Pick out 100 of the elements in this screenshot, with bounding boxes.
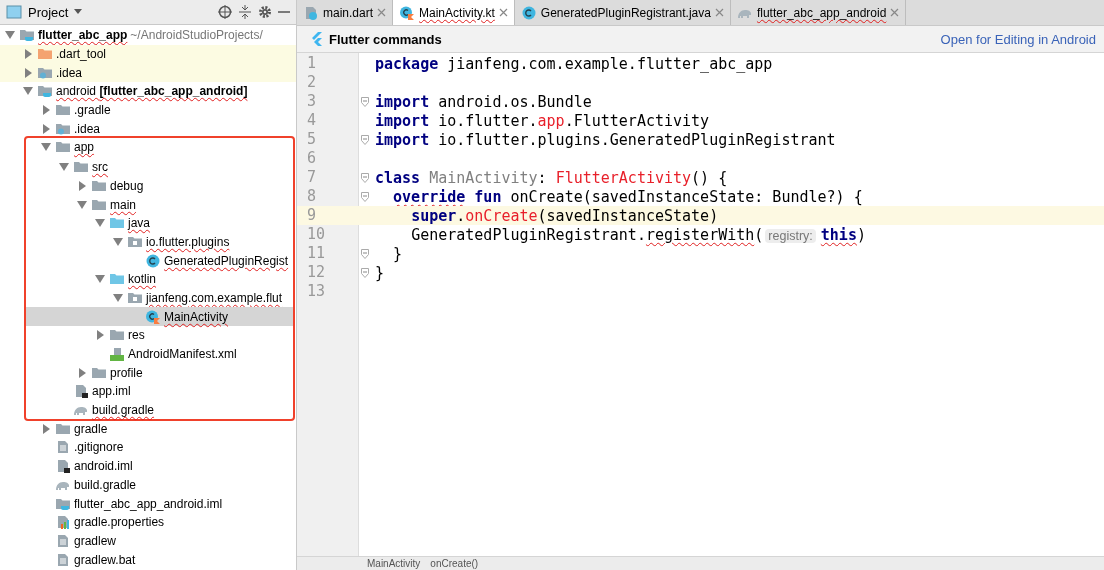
tree-item[interactable]: android.iml	[74, 459, 133, 474]
expand-arrow-icon[interactable]	[4, 30, 16, 41]
caret-icon[interactable]	[74, 9, 83, 15]
expand-arrow-icon[interactable]	[40, 142, 52, 153]
tree-item[interactable]: GeneratedPluginRegist	[164, 253, 289, 268]
line-number: 1	[306, 54, 318, 73]
tree-item[interactable]: profile	[110, 365, 143, 380]
tree-item[interactable]: gradle	[74, 421, 108, 436]
editor-tab[interactable]: MainActivity.kt	[393, 0, 515, 25]
tab-label: MainActivity.kt	[419, 5, 495, 20]
tree-item[interactable]: .dart_tool	[56, 47, 107, 62]
fold-marker-icon[interactable]	[361, 267, 369, 278]
tree-item[interactable]: gradlew	[74, 533, 117, 548]
tree-item[interactable]: io.flutter.plugins	[146, 234, 230, 249]
tree-item[interactable]: flutter_abc_app	[38, 28, 128, 43]
tree-item[interactable]: .idea	[56, 65, 83, 80]
folder-icon	[109, 328, 125, 343]
panel-title: Flutter commands	[329, 31, 442, 47]
line-number: 12	[306, 263, 327, 282]
tree-item[interactable]: app.iml	[92, 384, 131, 399]
expand-arrow-icon[interactable]	[112, 236, 124, 247]
code-line: import io.flutter.app.FlutterActivity	[375, 111, 710, 130]
folder-icon	[109, 216, 125, 231]
expand-arrow-icon[interactable]	[76, 180, 88, 191]
folder-icon	[109, 272, 125, 287]
expand-arrow-icon[interactable]	[58, 162, 70, 173]
close-icon[interactable]	[714, 8, 724, 17]
collapse-icon[interactable]	[238, 5, 252, 19]
expand-arrow-icon[interactable]	[112, 292, 124, 303]
line-number: 8	[306, 187, 318, 206]
tree-item[interactable]: android [flutter_abc_app_android]	[56, 84, 248, 99]
tree-item[interactable]: debug	[110, 178, 144, 193]
breadcrumb-item[interactable]: onCreate()	[430, 558, 479, 569]
expand-arrow-icon[interactable]	[40, 123, 52, 134]
folder-icon	[91, 178, 107, 193]
code-line: override fun onCreate(savedInstanceState: Bundle?) {	[392, 187, 863, 206]
window-icon	[6, 5, 22, 19]
view-selector[interactable]: Project	[28, 4, 69, 20]
class-icon	[145, 253, 161, 268]
close-icon[interactable]	[498, 8, 508, 17]
folder-icon	[55, 421, 71, 436]
tree-item[interactable]: AndroidManifest.xml	[128, 347, 237, 362]
line-number: 9	[306, 206, 318, 225]
expand-arrow-icon[interactable]	[94, 218, 106, 229]
open-android-link[interactable]: Open for Editing in Android	[940, 31, 1096, 47]
tree-item[interactable]: kotlin	[128, 272, 156, 287]
tree-item[interactable]: jianfeng.com.example.flut	[146, 290, 283, 305]
tree-item[interactable]: app	[74, 140, 95, 155]
fold-marker-icon[interactable]	[361, 134, 369, 145]
tree-item[interactable]: src	[92, 160, 108, 175]
folder-icon	[91, 197, 107, 212]
expand-arrow-icon[interactable]	[76, 199, 88, 210]
expand-arrow-icon[interactable]	[94, 274, 106, 285]
tree-item[interactable]: .gitignore	[74, 440, 124, 455]
settings-icon[interactable]	[258, 5, 272, 19]
line-number: 6	[306, 149, 318, 168]
fold-marker-icon[interactable]	[361, 96, 369, 107]
tree-item[interactable]: .gradle	[74, 103, 111, 118]
line-number: 2	[306, 73, 318, 92]
tree-item[interactable]: main	[110, 197, 136, 212]
target-icon[interactable]	[218, 5, 232, 19]
tab-label: GeneratedPluginRegistrant.java	[540, 5, 711, 20]
tree-item[interactable]: gradle.properties	[74, 515, 165, 530]
tree-item[interactable]: build.gradle	[74, 477, 137, 492]
close-icon[interactable]	[377, 8, 387, 17]
selected-row[interactable]: MainActivity	[26, 307, 293, 326]
tree-item[interactable]: MainActivity	[164, 309, 228, 324]
tree-item[interactable]: res	[128, 328, 145, 343]
tree-item[interactable]: build.gradle	[92, 403, 155, 418]
expand-arrow-icon[interactable]	[76, 367, 88, 378]
code-line: }	[392, 244, 403, 263]
code-line: import io.flutter.plugins.GeneratedPluginRegistrant	[375, 130, 836, 149]
expand-arrow-icon[interactable]	[94, 330, 106, 341]
line-number: 4	[306, 111, 318, 130]
flutter-icon	[311, 32, 323, 46]
fold-marker-icon[interactable]	[361, 172, 369, 183]
expand-arrow-icon[interactable]	[22, 67, 34, 78]
expand-arrow-icon[interactable]	[22, 49, 34, 60]
expand-arrow-icon[interactable]	[40, 423, 52, 434]
excluded-row[interactable]: .idea	[0, 63, 296, 83]
expand-arrow-icon[interactable]	[40, 105, 52, 116]
close-icon[interactable]	[890, 8, 900, 17]
tree-item[interactable]: gradlew.bat	[74, 552, 136, 567]
tab-label: main.dart	[323, 5, 374, 20]
module-folder-icon	[19, 28, 35, 43]
tree-item[interactable]: java	[128, 216, 150, 231]
text-file-icon	[55, 440, 71, 455]
excluded-row[interactable]: .dart_tool	[0, 44, 296, 64]
package-icon	[127, 290, 143, 305]
tree-item[interactable]: flutter_abc_app_android.iml	[74, 496, 223, 511]
code-line: class MainActivity: FlutterActivity() {	[375, 168, 728, 187]
package-icon	[127, 234, 143, 249]
tree-item[interactable]: .idea	[74, 121, 101, 136]
fold-marker-icon[interactable]	[361, 191, 369, 202]
breadcrumb-item[interactable]: MainActivity	[367, 558, 421, 569]
file-icon	[73, 384, 89, 399]
line-number: 10	[306, 225, 327, 244]
fold-marker-icon[interactable]	[361, 248, 369, 259]
folder-icon	[73, 160, 89, 175]
expand-arrow-icon[interactable]	[22, 86, 34, 97]
